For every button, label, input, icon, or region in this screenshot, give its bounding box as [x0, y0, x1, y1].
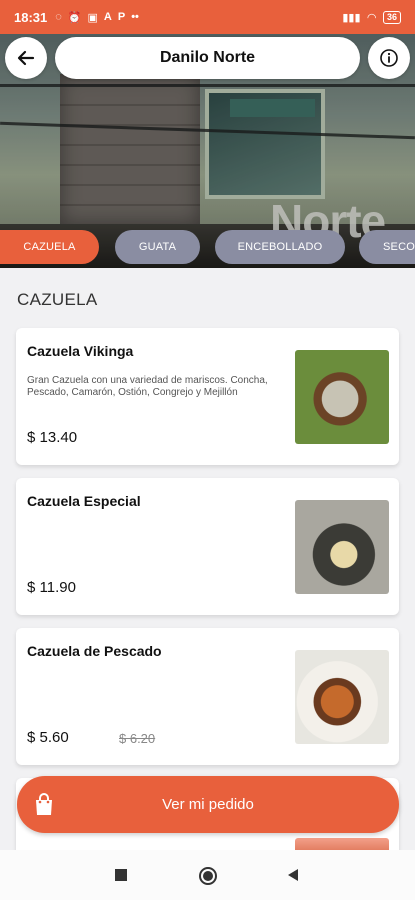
item-name: Cazuela Especial	[27, 493, 141, 509]
menu-item-card[interactable]: Cazuela Especial $ 11.90	[16, 478, 399, 615]
section-title: CAZUELA	[17, 290, 98, 309]
status-time: 18:31	[14, 9, 48, 25]
item-price: $ 13.40	[27, 429, 78, 446]
system-nav-bar	[0, 850, 415, 900]
menu-item-card[interactable]: Cazuela de Pescado $ 5.60 $ 6.20	[16, 628, 399, 765]
parking-icon: P	[117, 10, 126, 23]
back-nav-icon[interactable]	[286, 868, 300, 882]
tab-secos[interactable]: SECOS	[359, 230, 415, 264]
menu-item-card[interactable]: Cazuela Vikinga Gran Cazuela con una var…	[16, 328, 399, 465]
tab-guata[interactable]: GUATA	[115, 230, 200, 264]
page-title: Danilo Norte	[159, 49, 256, 66]
wifi-icon: ◠	[367, 11, 376, 24]
shopping-bag-icon	[36, 793, 52, 815]
signal-icon: ▮▮▮	[342, 11, 361, 24]
notification-icons: ◌ ⏰ ▣ A P ••	[55, 11, 139, 24]
tab-cazuela[interactable]: CAZUELA	[0, 230, 99, 264]
more-icon: ••	[131, 10, 139, 23]
tab-label: ENCEBOLLADO	[237, 241, 323, 253]
a-icon: A	[103, 10, 112, 23]
tab-label: GUATA	[138, 241, 177, 253]
battery-icon: 36	[382, 10, 401, 24]
tab-label: CAZUELA	[23, 241, 76, 253]
whatsapp-icon: ◌	[55, 10, 62, 23]
menu-content[interactable]: CAZUELA Cazuela Vikinga Gran Cazuela con…	[0, 268, 415, 850]
item-image	[295, 650, 389, 744]
item-name: Cazuela de Pescado	[27, 643, 162, 659]
back-button[interactable]	[5, 37, 47, 79]
alarm-icon: ⏰	[67, 11, 82, 24]
recents-icon[interactable]	[114, 868, 128, 882]
tab-label: SECOS	[383, 241, 415, 253]
status-bar: 18:31 ◌ ⏰ ▣ A P •• ▮▮▮ ◠ 36	[0, 0, 415, 34]
item-image	[295, 500, 389, 594]
item-image	[295, 838, 389, 850]
item-description: Gran Cazuela con una variedad de marisco…	[27, 375, 268, 398]
item-price: $ 11.90	[27, 579, 76, 596]
status-right: ▮▮▮ ◠ 36	[342, 10, 401, 24]
info-button[interactable]	[368, 37, 410, 79]
category-tabs: CAZUELA GUATA ENCEBOLLADO SECOS	[0, 230, 415, 266]
view-order-button[interactable]: Ver mi pedido	[17, 776, 399, 833]
app-icon: ▣	[87, 11, 98, 24]
tab-encebollado[interactable]: ENCEBOLLADO	[215, 230, 345, 264]
item-old-price: $ 6.20	[119, 731, 156, 746]
home-icon[interactable]	[198, 866, 218, 886]
item-image	[295, 350, 389, 444]
view-order-label: Ver mi pedido	[162, 796, 254, 813]
item-price: $ 5.60	[27, 729, 69, 746]
arrow-left-icon	[17, 50, 35, 66]
info-icon	[380, 49, 398, 67]
item-name: Cazuela Vikinga	[27, 343, 134, 359]
restaurant-title: Danilo Norte	[55, 37, 360, 79]
